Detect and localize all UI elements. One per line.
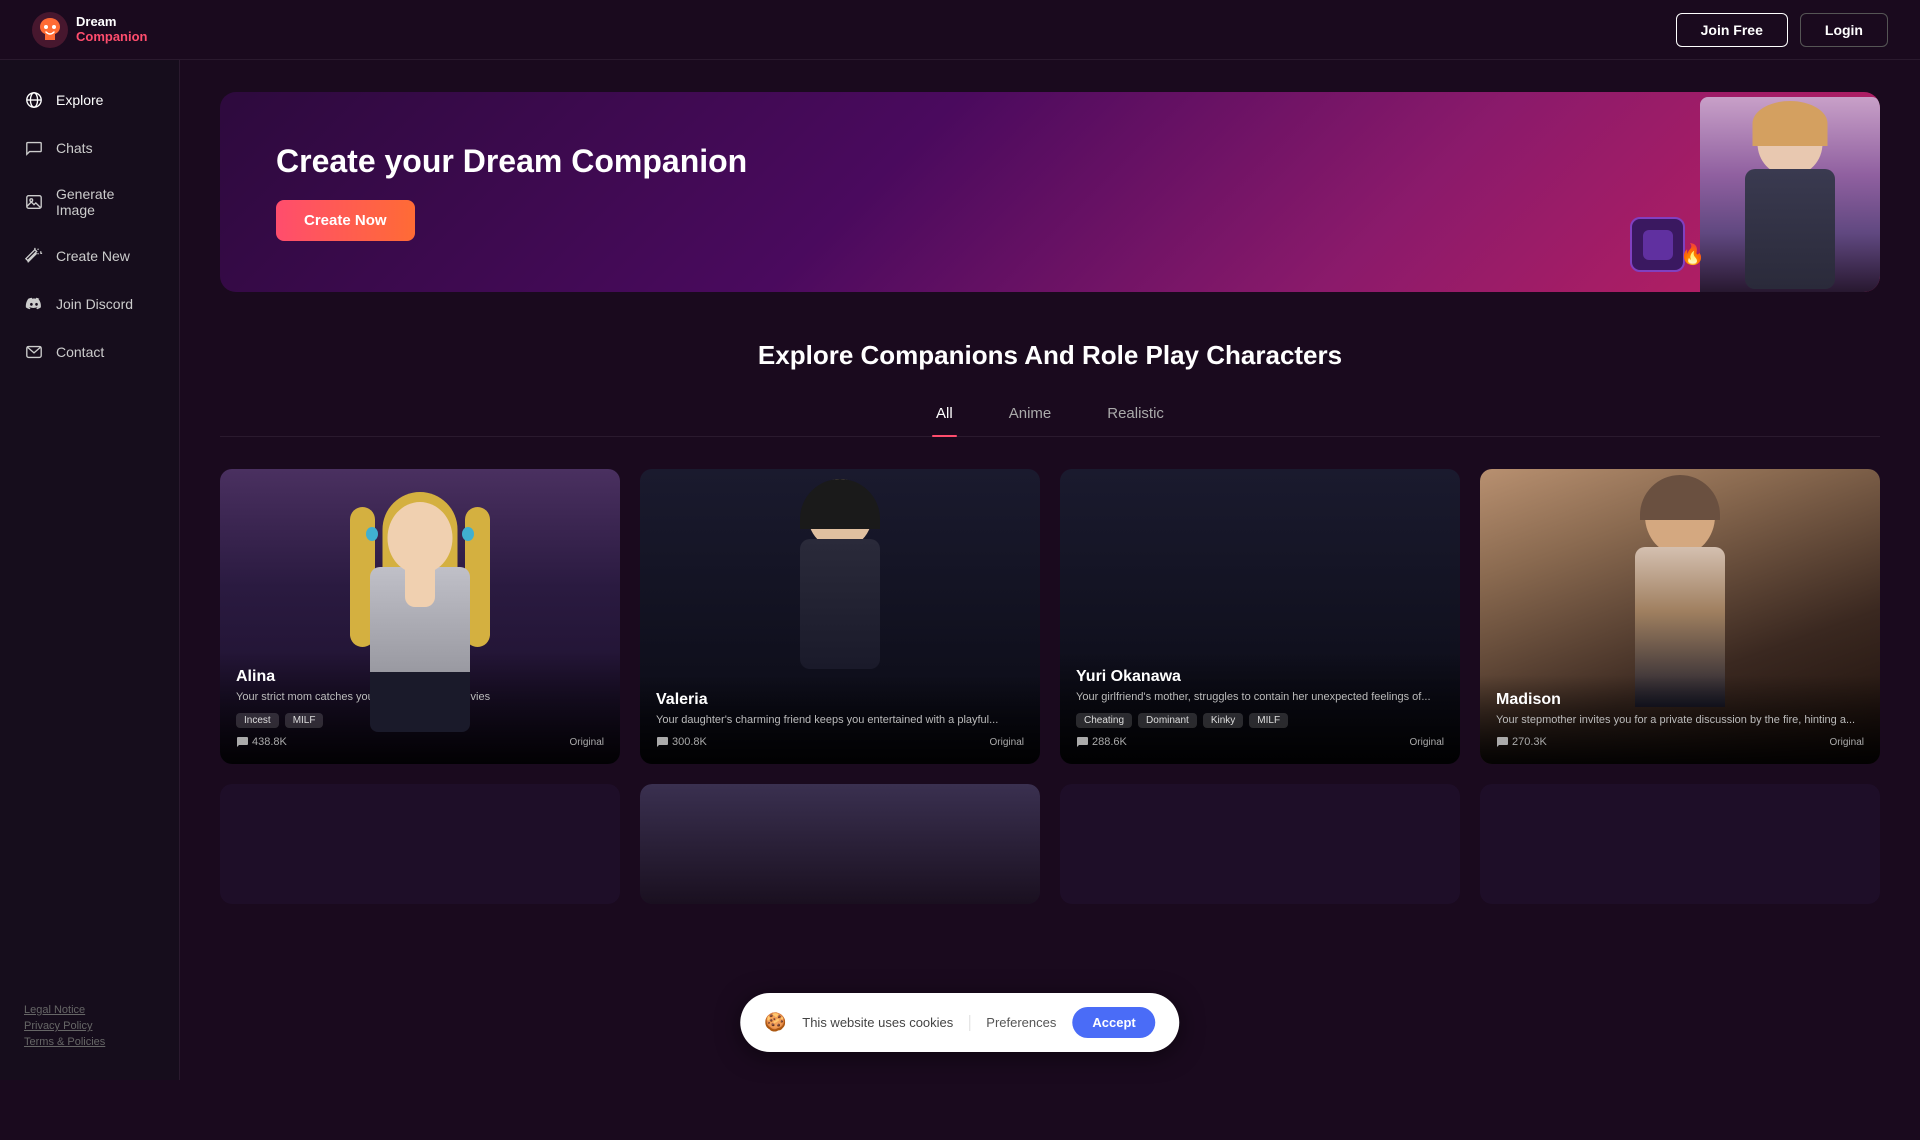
tag-cheating: Cheating [1076,713,1132,728]
hero-banner: Create your Dream Companion Create Now [220,92,1880,292]
card-footer-madison: 270.3K Original [1496,736,1864,748]
category-tabs: All Anime Realistic [220,395,1880,437]
character-card-row2-3[interactable] [1060,784,1460,904]
card-footer-yuri: 288.6K Original [1076,736,1444,748]
character-card-row2-2[interactable] [640,784,1040,904]
card-desc-valeria: Your daughter's charming friend keeps yo… [656,713,1024,728]
sidebar: Explore Chats Generate Image Create [0,60,180,1080]
header: Dream Companion Join Free Login [0,0,1920,60]
envelope-icon [24,342,44,362]
characters-grid-row2 [220,784,1880,904]
card-tags-yuri: Cheating Dominant Kinky MILF [1076,713,1444,728]
card-name-yuri: Yuri Okanawa [1076,668,1444,686]
sidebar-item-chats[interactable]: Chats [0,124,179,172]
character-card-yuri[interactable]: Yuri Okanawa Your girlfriend's mother, s… [1060,469,1460,764]
tab-all[interactable]: All [932,395,957,436]
accept-cookies-button[interactable]: Accept [1072,1007,1155,1038]
chat-icon [24,138,44,158]
character-card-row2-1[interactable] [220,784,620,904]
login-button[interactable]: Login [1800,13,1888,47]
card-name-valeria: Valeria [656,691,1024,709]
tag-milf-yuri: MILF [1249,713,1288,728]
card-badge-yuri: Original [1410,737,1444,748]
sidebar-item-join-discord[interactable]: Join Discord [0,280,179,328]
cookie-banner: 🍪 This website uses cookies Preferences … [740,993,1179,1052]
card-overlay-yuri: Yuri Okanawa Your girlfriend's mother, s… [1060,652,1460,764]
card-badge-valeria: Original [990,737,1024,748]
legal-notice-link[interactable]: Legal Notice [24,1004,85,1016]
privacy-policy-link[interactable]: Privacy Policy [24,1020,92,1032]
tab-anime[interactable]: Anime [1005,395,1056,436]
card-messages-madison: 270.3K [1496,736,1547,748]
characters-grid: Alina Your strict mom catches you watchi… [220,469,1880,764]
hero-image-area: 🔥 [1580,92,1880,292]
explore-section-title: Explore Companions And Role Play Charact… [220,340,1880,371]
logo-text: Dream Companion [76,15,148,44]
sidebar-item-generate-image[interactable]: Generate Image [0,172,179,232]
wand-icon [24,246,44,266]
card-badge-alina: Original [570,737,604,748]
create-now-button[interactable]: Create Now [276,200,415,241]
card-messages-alina: 438.8K [236,736,287,748]
card-desc-madison: Your stepmother invites you for a privat… [1496,713,1864,728]
card-desc-yuri: Your girlfriend's mother, struggles to c… [1076,690,1444,705]
join-free-button[interactable]: Join Free [1676,13,1788,47]
card-footer-alina: 438.8K Original [236,736,604,748]
tag-milf: MILF [285,713,324,728]
header-buttons: Join Free Login [1676,13,1888,47]
sidebar-item-create-new[interactable]: Create New [0,232,179,280]
card-badge-madison: Original [1830,737,1864,748]
sidebar-item-contact[interactable]: Contact [0,328,179,376]
card-name-madison: Madison [1496,691,1864,709]
character-card-alina[interactable]: Alina Your strict mom catches you watchi… [220,469,620,764]
main-content: Create your Dream Companion Create Now [180,60,1920,1080]
card-messages-yuri: 288.6K [1076,736,1127,748]
card-messages-valeria: 300.8K [656,736,707,748]
card-overlay-valeria: Valeria Your daughter's charming friend … [640,675,1040,764]
globe-icon [24,90,44,110]
tag-incest: Incest [236,713,279,728]
discord-icon [24,294,44,314]
tag-kinky: Kinky [1203,713,1243,728]
logo[interactable]: Dream Companion [32,12,148,48]
character-card-madison[interactable]: Madison Your stepmother invites you for … [1480,469,1880,764]
tag-dominant: Dominant [1138,713,1197,728]
hero-title: Create your Dream Companion [276,143,1824,180]
sidebar-footer: Legal Notice Privacy Policy Terms & Poli… [0,988,179,1064]
logo-icon [32,12,68,48]
sidebar-item-explore[interactable]: Explore [0,76,179,124]
preferences-button[interactable]: Preferences [986,1015,1056,1030]
cookie-message: This website uses cookies [802,1015,953,1030]
card-footer-valeria: 300.8K Original [656,736,1024,748]
image-icon [24,192,44,212]
cookie-divider [969,1015,970,1031]
terms-link[interactable]: Terms & Policies [24,1036,105,1048]
cookie-icon: 🍪 [764,1012,786,1034]
card-overlay-madison: Madison Your stepmother invites you for … [1480,675,1880,764]
character-card-row2-4[interactable] [1480,784,1880,904]
character-card-valeria[interactable]: Valeria Your daughter's charming friend … [640,469,1040,764]
tab-realistic[interactable]: Realistic [1103,395,1168,436]
